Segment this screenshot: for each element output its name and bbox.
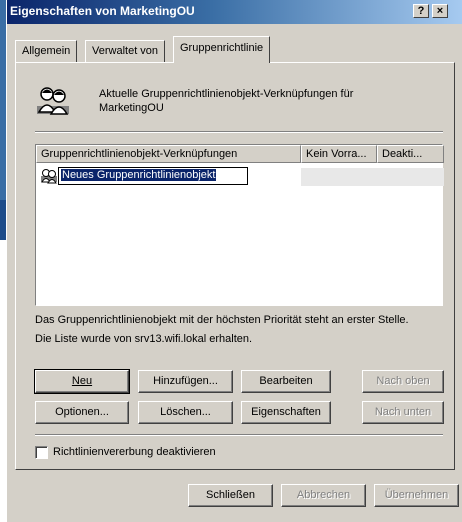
window-title: Eigenschaften von MarketingOU bbox=[10, 4, 195, 18]
add-button[interactable]: Hinzufügen... bbox=[138, 370, 233, 393]
help-button[interactable]: ? bbox=[413, 4, 429, 18]
column-header-disabled[interactable]: Deakti... bbox=[377, 145, 444, 163]
gpo-link-icon bbox=[41, 169, 57, 184]
row-grey-cells bbox=[301, 168, 444, 186]
close-window-button[interactable]: × bbox=[432, 4, 448, 18]
column-header-links[interactable]: Gruppenrichtlinienobjekt-Verknüpfungen bbox=[36, 145, 301, 163]
group-policy-icon bbox=[37, 87, 69, 115]
move-down-button[interactable]: Nach unten bbox=[362, 401, 444, 424]
tab-allgemein[interactable]: Allgemein bbox=[15, 40, 78, 62]
tab-verwaltet-von[interactable]: Verwaltet von bbox=[85, 40, 166, 62]
options-button[interactable]: Optionen... bbox=[35, 401, 129, 424]
tab-gruppenrichtlinie[interactable]: Gruppenrichtlinie bbox=[173, 36, 271, 63]
separator-top bbox=[35, 131, 443, 133]
priority-info: Das Gruppenrichtlinienobjekt mit der höc… bbox=[35, 314, 409, 345]
gpo-links-list[interactable]: Gruppenrichtlinienobjekt-Verknüpfungen K… bbox=[35, 144, 444, 306]
new-button[interactable]: Neu bbox=[34, 369, 130, 394]
header-description: Aktuelle Gruppenrichtlinienobjekt-Verknü… bbox=[99, 88, 354, 114]
close-button[interactable]: Schließen bbox=[188, 484, 273, 507]
cancel-button[interactable]: Abbrechen bbox=[281, 484, 366, 507]
gpo-name-edit-field[interactable]: Neues Gruppenrichtlinienobjekt bbox=[58, 167, 248, 185]
list-header: Gruppenrichtlinienobjekt-Verknüpfungen K… bbox=[36, 145, 444, 163]
gpo-name-selected-text: Neues Gruppenrichtlinienobjekt bbox=[61, 169, 217, 181]
move-up-button[interactable]: Nach oben bbox=[362, 370, 444, 393]
separator-bottom bbox=[35, 434, 443, 436]
title-bar[interactable]: Eigenschaften von MarketingOU ? × bbox=[7, 0, 462, 24]
properties-button[interactable]: Eigenschaften bbox=[241, 401, 331, 424]
edit-button[interactable]: Bearbeiten bbox=[241, 370, 331, 393]
block-inheritance-checkbox[interactable] bbox=[35, 446, 48, 459]
column-header-no-override[interactable]: Kein Vorra... bbox=[301, 145, 377, 163]
properties-dialog: Eigenschaften von MarketingOU ? × Allgem… bbox=[6, 0, 462, 522]
apply-button[interactable]: Übernehmen bbox=[374, 484, 459, 507]
delete-button[interactable]: Löschen... bbox=[138, 401, 233, 424]
block-inheritance-label[interactable]: Richtlinienvererbung deaktivieren bbox=[53, 446, 216, 458]
